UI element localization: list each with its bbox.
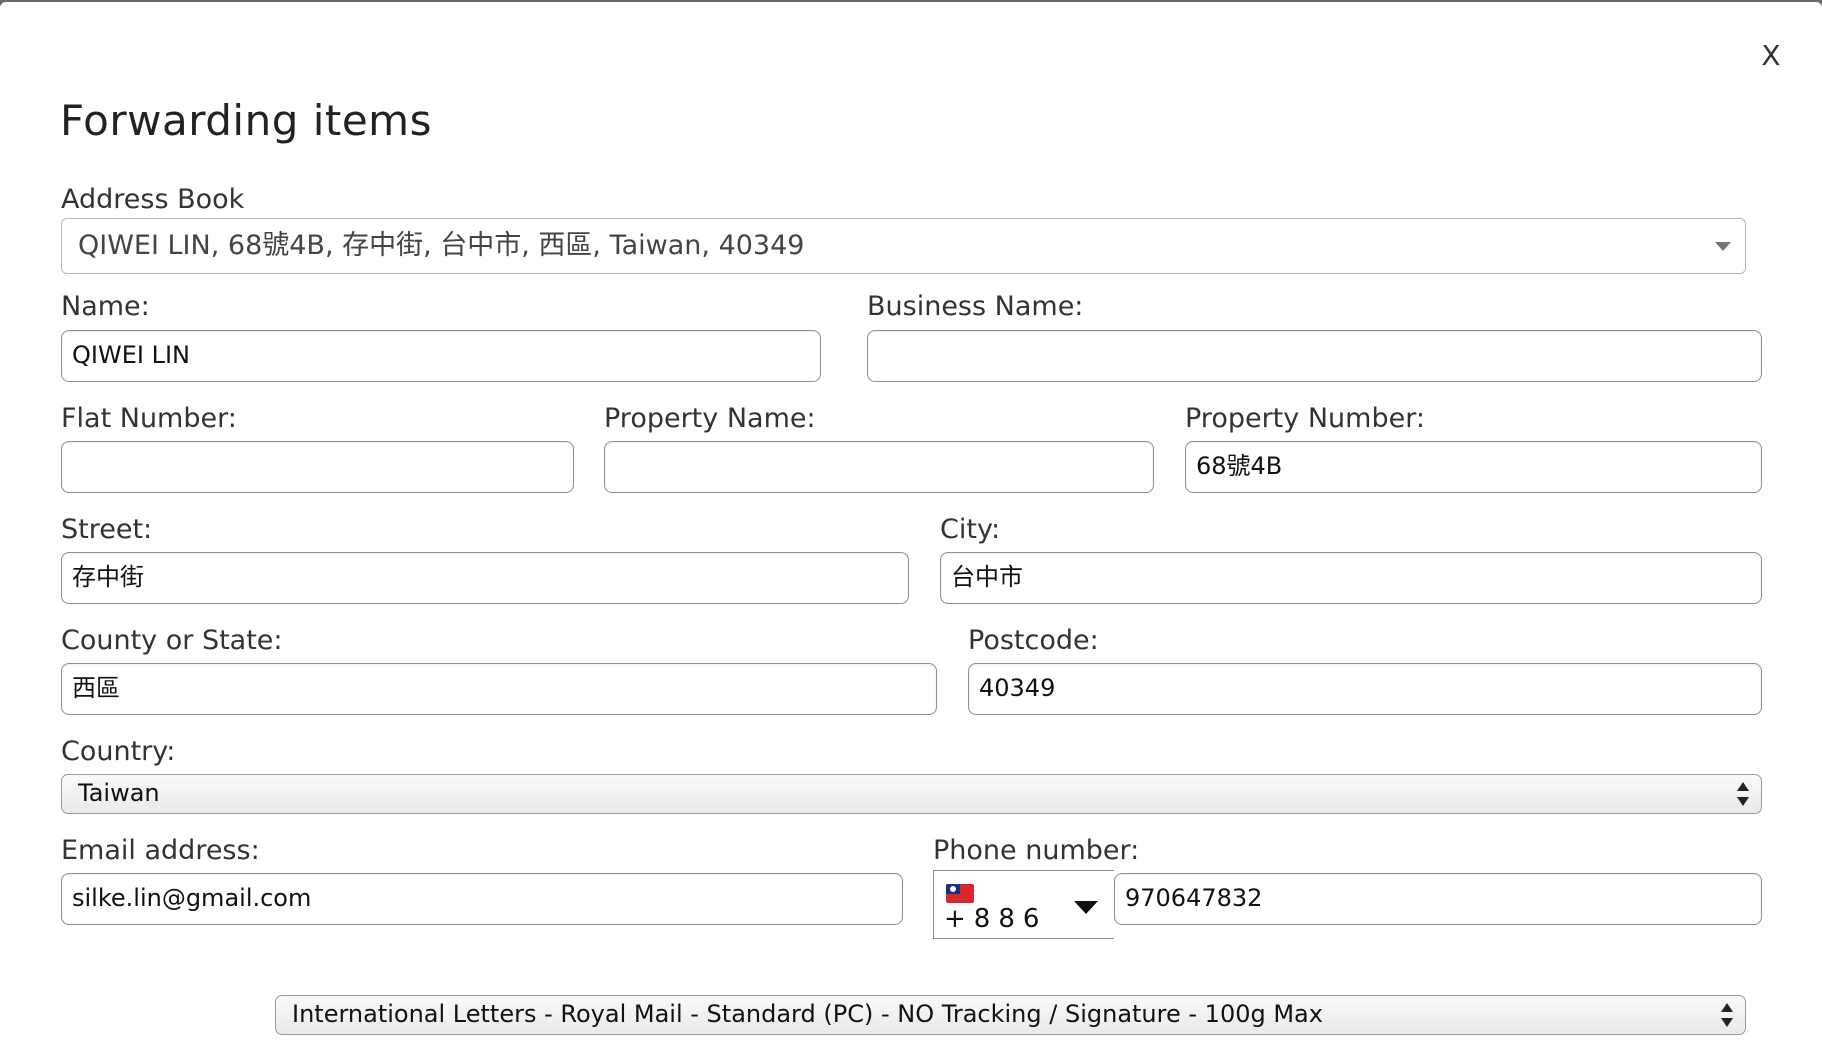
postcode-label: Postcode:: [968, 625, 1099, 656]
dialog-title: Forwarding items: [60, 96, 432, 145]
city-input[interactable]: 台中市: [940, 552, 1762, 604]
country-selected-value: Taiwan: [78, 779, 160, 807]
shipping-method-selected-value: International Letters - Royal Mail - Sta…: [292, 1000, 1323, 1028]
dial-code: +886: [944, 904, 1048, 934]
county-label: County or State:: [61, 625, 283, 656]
street-label: Street:: [61, 514, 153, 545]
business-name-label: Business Name:: [867, 291, 1084, 322]
city-label: City:: [940, 514, 1001, 545]
country-select[interactable]: Taiwan: [61, 774, 1762, 814]
shipping-method-select[interactable]: International Letters - Royal Mail - Sta…: [275, 995, 1746, 1035]
email-input[interactable]: silke.lin@gmail.com: [61, 873, 903, 925]
caret-down-icon: [1074, 901, 1098, 914]
property-number-input[interactable]: 68號4B: [1185, 441, 1762, 493]
county-input[interactable]: 西區: [61, 663, 937, 715]
name-input[interactable]: QIWEI LIN: [61, 330, 821, 382]
select-arrows-icon: [1721, 1003, 1733, 1027]
flat-number-label: Flat Number:: [61, 403, 237, 434]
business-name-input[interactable]: [867, 330, 1762, 382]
name-label: Name:: [61, 291, 150, 322]
select-arrows-icon: [1737, 782, 1749, 806]
email-label: Email address:: [61, 835, 260, 866]
address-book-label: Address Book: [61, 184, 245, 215]
phone-input[interactable]: 970647832: [1114, 873, 1762, 925]
taiwan-flag-icon: [946, 884, 974, 903]
postcode-input[interactable]: 40349: [968, 663, 1762, 715]
phone-label: Phone number:: [933, 835, 1140, 866]
flat-number-input[interactable]: [61, 441, 574, 493]
chevron-down-icon: [1715, 242, 1731, 251]
street-input[interactable]: 存中街: [61, 552, 909, 604]
address-book-select[interactable]: QIWEI LIN, 68號4B, 存中街, 台中市, 西區, Taiwan, …: [61, 218, 1746, 274]
property-number-label: Property Number:: [1185, 403, 1425, 434]
country-code-selector[interactable]: +886: [933, 870, 1114, 939]
property-name-label: Property Name:: [604, 403, 816, 434]
address-book-selected-value: QIWEI LIN, 68號4B, 存中街, 台中市, 西區, Taiwan, …: [78, 230, 805, 261]
forwarding-items-dialog: X Forwarding items Address Book QIWEI LI…: [0, 2, 1822, 1054]
property-name-input[interactable]: [604, 441, 1154, 493]
country-label: Country:: [61, 736, 176, 767]
close-button[interactable]: X: [1755, 38, 1787, 74]
